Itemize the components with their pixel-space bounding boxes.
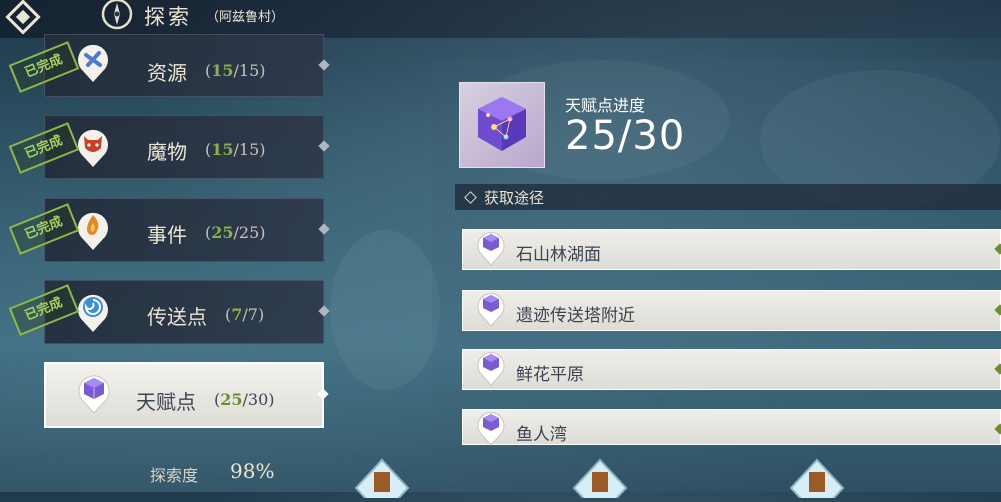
expand-arrow-icon [318,59,330,71]
back-diamond-icon [5,0,41,35]
source-name: 鲜花平原 [516,365,584,385]
category-count: (25/30) [214,390,275,409]
category-resources[interactable]: 资源 (15/15) [44,34,330,97]
talent-cube-icon [475,348,507,386]
category-events[interactable]: 事件 (25/25) [44,198,330,262]
expand-arrow-icon [317,388,329,400]
expand-arrow-icon [318,305,330,317]
category-name: 魔物 [147,140,187,164]
source-name: 石山林湖面 [516,245,601,265]
expand-arrow-icon [318,140,330,152]
back-button[interactable] [4,0,44,38]
talent-cube-icon [76,372,112,414]
arrow-icon [994,304,1001,316]
talent-cube-icon [475,228,507,266]
diamond-icon [464,191,477,204]
talent-progress-value: 25/30 [565,113,686,159]
arrow-icon [994,363,1001,375]
category-name: 天赋点 [136,390,196,414]
category-talent-points[interactable]: 天赋点 (25/30) [44,362,329,428]
category-count: (25/25) [205,223,266,242]
event-flame-icon [75,209,111,251]
top-bar: 探索 （阿兹鲁村） [0,0,1001,38]
category-teleports[interactable]: 传送点 (7/7) [44,280,330,344]
monster-icon [75,126,111,168]
category-name: 事件 [147,223,187,247]
arrow-icon [994,243,1001,255]
resource-icon [75,41,111,83]
sources-header-label: 获取途径 [484,189,545,207]
category-monsters[interactable]: 魔物 (15/15) [44,115,330,179]
arrow-icon [994,423,1001,435]
page-title: 探索 [144,5,192,29]
source-name: 鱼人湾 [516,425,567,445]
chest-marker-icon [787,458,847,502]
talent-cube-icon [475,289,507,327]
region-name: （阿兹鲁村） [206,10,285,25]
category-count: (15/15) [205,140,266,159]
source-name: 遗迹传送塔附近 [516,306,635,326]
expand-arrow-icon [318,223,330,235]
exploration-label: 探索度 [150,466,199,485]
category-count: (7/7) [225,305,265,324]
chest-marker-icon [570,458,630,502]
source-item[interactable]: 鲜花平原 [462,349,1001,390]
talent-cube-icon [459,82,545,168]
source-item[interactable]: 鱼人湾 [462,408,1001,446]
chest-marker-icon [352,458,412,502]
source-item[interactable]: 石山林湖面 [462,229,1001,270]
category-name: 资源 [147,61,187,85]
category-name: 传送点 [147,305,207,329]
exploration-value: 98% [230,459,275,483]
compass-icon [100,0,134,31]
source-item[interactable]: 遗迹传送塔附近 [462,290,1001,331]
sources-header: 获取途径 [455,184,1001,210]
teleport-swirl-icon [75,291,111,333]
map-region [330,230,440,390]
talent-cube-icon [475,408,507,446]
category-count: (15/15) [205,61,266,80]
